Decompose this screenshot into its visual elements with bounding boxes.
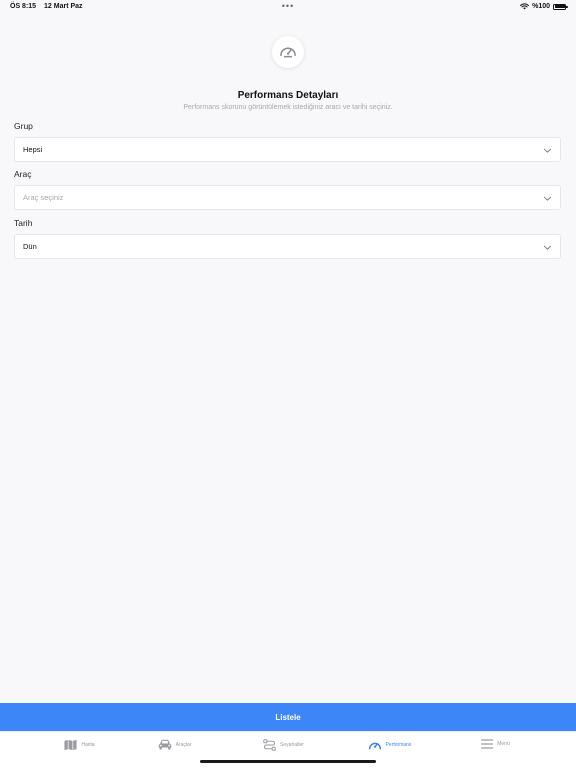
group-select-value: Hepsi bbox=[23, 145, 43, 154]
tab-performance-label: Performans bbox=[385, 741, 412, 748]
wifi-icon bbox=[520, 3, 530, 10]
status-time: ÖS 8:15 bbox=[10, 3, 37, 10]
battery-percent: %100 bbox=[532, 3, 550, 10]
date-label: Tarih bbox=[14, 218, 33, 228]
page-subtitle: Performans skorunu görüntülemek istediği… bbox=[183, 104, 393, 111]
tab-trips-label: Seyahatler bbox=[280, 742, 304, 748]
route-icon bbox=[263, 739, 276, 751]
list-button[interactable]: Listele bbox=[0, 703, 576, 731]
speedometer-icon bbox=[368, 742, 381, 750]
tab-map-label: Harita bbox=[81, 742, 95, 748]
tab-performance[interactable]: Performans bbox=[332, 739, 447, 750]
tab-menu[interactable]: Menü bbox=[438, 739, 553, 749]
group-select[interactable]: Hepsi bbox=[14, 137, 561, 162]
chevron-down-icon bbox=[543, 148, 552, 153]
home-indicator[interactable] bbox=[200, 760, 376, 763]
tab-trips[interactable]: Seyahatler bbox=[226, 739, 341, 751]
speedometer-icon bbox=[272, 36, 304, 68]
group-label: Grup bbox=[14, 121, 33, 131]
vehicle-label: Araç bbox=[14, 169, 32, 179]
tab-vehicles[interactable]: Araçlar bbox=[117, 739, 232, 750]
chevron-down-icon bbox=[543, 245, 552, 250]
date-select[interactable]: Dün bbox=[14, 234, 561, 259]
chevron-down-icon bbox=[543, 196, 552, 201]
page-title: Performans Detayları bbox=[237, 90, 339, 101]
multitasking-dots[interactable]: ••• bbox=[282, 1, 294, 11]
vehicle-select[interactable]: Araç seçiniz bbox=[14, 185, 561, 210]
status-date: 12 Mart Paz bbox=[44, 3, 83, 10]
map-icon bbox=[64, 739, 77, 751]
vehicle-select-placeholder: Araç seçiniz bbox=[23, 193, 64, 202]
battery-icon bbox=[553, 3, 568, 10]
tab-vehicles-label: Araçlar bbox=[175, 741, 192, 748]
date-select-value: Dün bbox=[23, 242, 37, 251]
tab-menu-label: Menü bbox=[497, 741, 510, 747]
status-bar: ÖS 8:15 12 Mart Paz ••• %100 bbox=[0, 0, 576, 14]
car-icon bbox=[158, 739, 171, 750]
menu-icon bbox=[481, 739, 494, 749]
